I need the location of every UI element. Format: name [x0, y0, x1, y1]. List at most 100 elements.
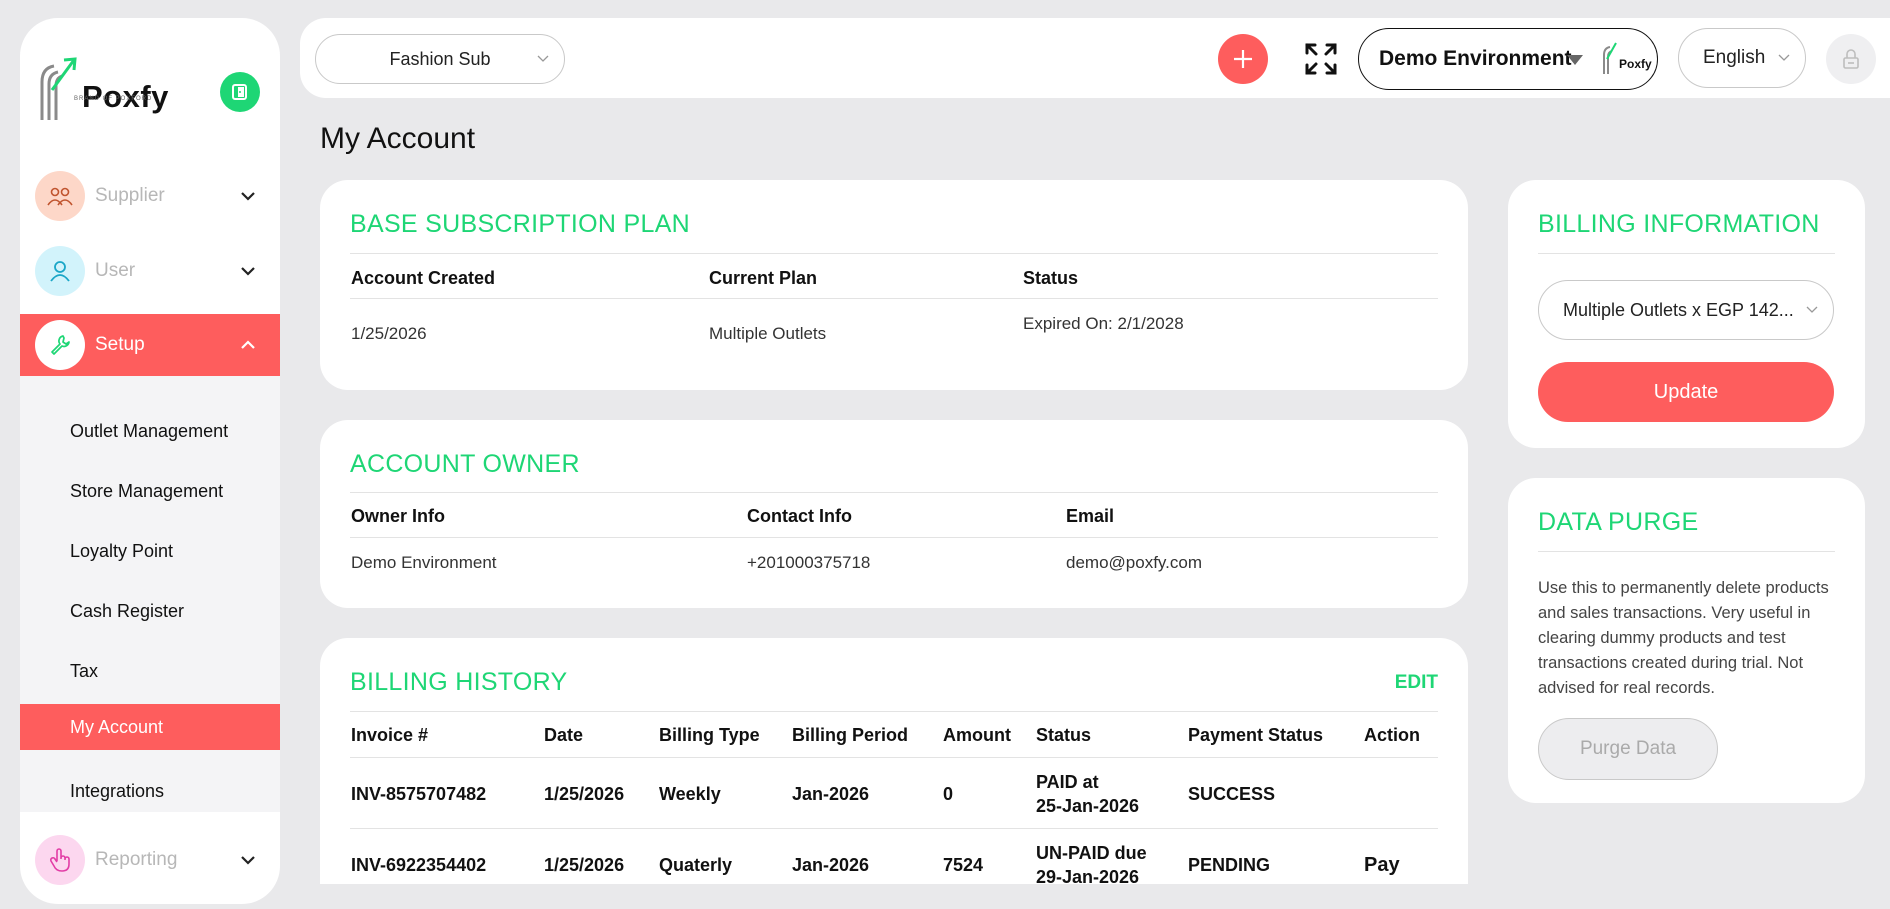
billing-period: Jan-2026 — [792, 784, 870, 804]
poxfy-mini-logo-icon — [1603, 42, 1617, 74]
submenu-loyalty-point[interactable]: Loyalty Point — [20, 528, 280, 574]
supplier-icon — [35, 171, 85, 221]
user-icon — [35, 246, 85, 296]
sidebar-item-label: Reporting — [95, 849, 178, 870]
billing-history-card: BILLING HISTORY EDIT Invoice # Date Bill… — [320, 638, 1468, 884]
amount: 7524 — [943, 855, 984, 875]
sidebar-item-reporting[interactable]: Reporting — [20, 829, 280, 891]
column-header: Amount — [943, 725, 1011, 745]
invoice-status-line2: 25-Jan-2026 — [1036, 796, 1140, 816]
divider — [350, 492, 1438, 493]
column-header: Owner Info — [351, 506, 445, 526]
billing-history-title: BILLING HISTORY — [350, 668, 568, 696]
invoice-status-line1: UN-PAID due — [1036, 843, 1147, 863]
divider — [350, 828, 1438, 829]
logout-icon — [232, 84, 247, 100]
status-value: Expired On: 2/1/2028 — [1023, 314, 1184, 333]
current-plan-value: Multiple Outlets — [709, 324, 827, 343]
account-owner-card: ACCOUNT OWNER Owner Info Contact Info Em… — [320, 420, 1468, 608]
submenu-cash-register[interactable]: Cash Register — [20, 588, 280, 634]
divider — [350, 711, 1438, 712]
poxfy-logo[interactable]: Poxfy — [38, 56, 169, 122]
fullscreen-icon[interactable] — [1304, 42, 1338, 76]
data-purge-description: Use this to permanently delete products … — [1538, 579, 1829, 697]
chevron-down-icon — [238, 850, 258, 870]
billing-information-card: BILLING INFORMATION Multiple Outlets x E… — [1508, 180, 1865, 448]
add-button[interactable] — [1218, 34, 1268, 84]
payment-status: PENDING — [1188, 855, 1271, 875]
chevron-down-icon — [238, 186, 258, 206]
sidebar-item-label: Supplier — [95, 185, 165, 206]
invoice-status-line1: PAID at — [1036, 772, 1099, 792]
sidebar-item-label: Setup — [95, 334, 145, 355]
sidebar: Poxfy BRAND OF POXFORD Supplier User Set… — [20, 18, 280, 904]
account-created-value: 1/25/2026 — [351, 324, 427, 343]
owner-info-value: Demo Environment — [351, 553, 497, 572]
purge-data-button[interactable]: Purge Data — [1538, 718, 1718, 780]
billing-information-title: BILLING INFORMATION — [1538, 210, 1820, 238]
column-header: Current Plan — [709, 268, 818, 288]
column-header: Account Created — [351, 268, 496, 288]
email-value: demo@poxfy.com — [1066, 553, 1202, 572]
subscription-card: BASE SUBSCRIPTION PLAN Account Created C… — [320, 180, 1468, 390]
outlet-select-value: Fashion Sub — [389, 48, 491, 69]
invoice-date: 1/25/2026 — [544, 784, 625, 804]
pay-link[interactable]: Pay — [1364, 854, 1400, 877]
mini-logo-text: Poxfy — [1619, 57, 1652, 71]
payment-status: SUCCESS — [1188, 784, 1276, 804]
plus-icon — [1234, 50, 1252, 68]
sidebar-item-supplier[interactable]: Supplier — [20, 165, 280, 227]
submenu-outlet-management[interactable]: Outlet Management — [20, 408, 280, 454]
billing-type: Weekly — [659, 784, 721, 804]
column-header: Status — [1023, 268, 1079, 288]
column-header: Billing Period — [792, 725, 909, 745]
logout-button[interactable] — [220, 72, 260, 112]
lock-icon — [1843, 49, 1859, 69]
billing-period: Jan-2026 — [792, 855, 870, 875]
column-header: Contact Info — [747, 506, 852, 526]
invoice-status-line2: 29-Jan-2026 — [1036, 867, 1140, 884]
page-title: My Account — [320, 122, 476, 155]
column-header: Action — [1364, 725, 1420, 745]
column-header: Invoice # — [351, 725, 429, 745]
language-select[interactable]: English — [1678, 28, 1806, 88]
plan-select[interactable]: Multiple Outlets x EGP 142... — [1538, 280, 1834, 340]
submenu-integrations[interactable]: Integrations — [20, 768, 280, 814]
chevron-down-icon — [238, 261, 258, 281]
environment-select-value: Demo Environment — [1379, 47, 1572, 70]
plan-select-value: Multiple Outlets x EGP 142... — [1563, 299, 1794, 320]
subscription-title: BASE SUBSCRIPTION PLAN — [350, 210, 691, 238]
poxfy-logo-icon — [40, 57, 77, 120]
update-button[interactable]: Update — [1538, 362, 1834, 422]
submenu-tax[interactable]: Tax — [20, 648, 280, 694]
submenu-store-management[interactable]: Store Management — [20, 468, 280, 514]
divider — [350, 537, 1438, 538]
sidebar-item-setup[interactable]: Setup — [20, 314, 280, 376]
invoice-date: 1/25/2026 — [544, 855, 625, 875]
sidebar-item-user[interactable]: User — [20, 240, 280, 302]
amount: 0 — [943, 784, 954, 804]
divider — [350, 253, 1438, 254]
chevron-up-icon — [238, 335, 258, 355]
data-purge-title: DATA PURGE — [1538, 508, 1699, 536]
billing-type: Quaterly — [659, 855, 733, 875]
chevron-down-icon — [1777, 49, 1791, 73]
topbar: Fashion Sub Demo Environment Poxfy Engli… — [300, 18, 1890, 98]
invoice-number: INV-6922354402 — [351, 855, 487, 875]
column-header: Email — [1066, 506, 1115, 526]
sidebar-item-label: User — [95, 260, 136, 281]
divider — [350, 298, 1438, 299]
contact-info-value: +201000375718 — [747, 553, 871, 572]
divider — [350, 757, 1438, 758]
environment-select[interactable]: Demo Environment Poxfy — [1358, 28, 1658, 90]
column-header: Payment Status — [1188, 725, 1324, 745]
language-select-value: English — [1703, 47, 1766, 68]
submenu-my-account[interactable]: My Account — [20, 704, 280, 750]
lock-button[interactable] — [1826, 34, 1876, 84]
hand-pointer-icon — [35, 835, 85, 885]
chevron-down-icon — [1805, 301, 1819, 324]
account-owner-title: ACCOUNT OWNER — [350, 450, 580, 478]
outlet-select[interactable]: Fashion Sub — [315, 34, 565, 84]
edit-link[interactable]: EDIT — [1395, 672, 1438, 694]
logo-tagline: BRAND OF POXFORD — [74, 96, 153, 102]
